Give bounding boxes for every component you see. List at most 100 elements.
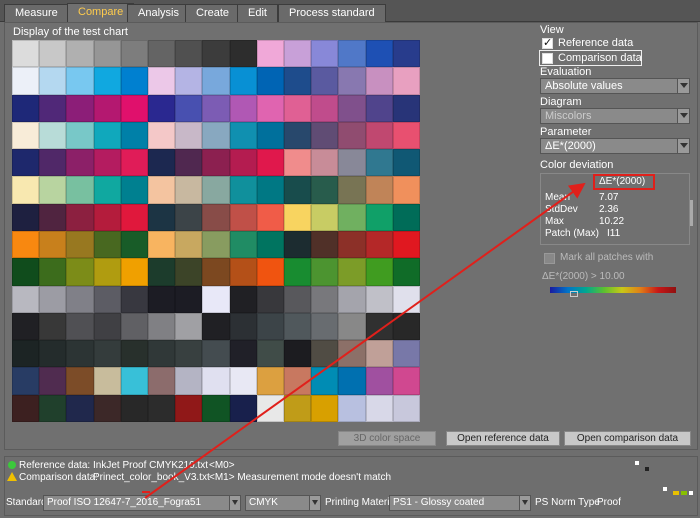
color-patch[interactable] [392,203,420,231]
color-patch[interactable] [229,312,257,341]
color-patch[interactable] [311,231,339,259]
color-patch[interactable] [175,40,203,68]
color-patch[interactable] [202,394,230,422]
color-patch[interactable] [148,203,176,231]
color-patch[interactable] [256,285,284,313]
color-patch[interactable] [392,340,420,368]
parameter-select[interactable]: ΔE*(2000) [540,138,690,154]
color-patch[interactable] [120,231,148,259]
color-patch[interactable] [311,176,339,204]
color-patch[interactable] [256,231,284,259]
color-patch[interactable] [365,312,393,341]
color-patch[interactable] [175,340,203,368]
color-patch[interactable] [12,121,40,150]
color-patch[interactable] [256,340,284,368]
color-patch[interactable] [39,367,67,395]
color-patch[interactable] [311,121,339,150]
color-patch[interactable] [256,149,284,177]
color-patch[interactable] [39,312,67,341]
color-patch[interactable] [93,121,121,150]
color-patch[interactable] [311,203,339,231]
evaluation-select[interactable]: Absolute values [540,78,690,94]
diagram-select[interactable]: Miscolors [540,108,690,124]
color-patch[interactable] [229,203,257,231]
color-patch[interactable] [338,94,366,122]
color-patch[interactable] [311,394,339,422]
color-patch[interactable] [229,149,257,177]
color-patch[interactable] [93,258,121,286]
color-patch[interactable] [365,340,393,368]
color-patch[interactable] [338,121,366,150]
color-patch[interactable] [392,67,420,95]
color-patch[interactable] [284,40,312,68]
color-patch[interactable] [93,285,121,313]
color-patch[interactable] [12,258,40,286]
color-patch[interactable] [202,121,230,150]
color-patch[interactable] [93,94,121,122]
colorspace-select[interactable]: CMYK [245,495,321,511]
color-patch[interactable] [66,312,94,341]
color-patch[interactable] [120,121,148,150]
color-patch[interactable] [229,121,257,150]
color-patch[interactable] [338,340,366,368]
color-patch[interactable] [311,312,339,341]
color-patch[interactable] [202,67,230,95]
color-patch[interactable] [229,40,257,68]
color-patch[interactable] [284,285,312,313]
color-patch[interactable] [12,312,40,341]
color-patch[interactable] [229,176,257,204]
color-patch[interactable] [66,149,94,177]
color-patch[interactable] [311,40,339,68]
color-patch[interactable] [256,203,284,231]
color-patch[interactable] [311,285,339,313]
color-patch[interactable] [148,67,176,95]
color-patch[interactable] [39,394,67,422]
color-patch[interactable] [66,340,94,368]
color-patch[interactable] [338,203,366,231]
color-patch[interactable] [311,94,339,122]
color-patch[interactable] [93,176,121,204]
color-patch[interactable] [39,231,67,259]
color-patch[interactable] [365,176,393,204]
color-patch[interactable] [229,367,257,395]
color-patch[interactable] [284,231,312,259]
color-patch[interactable] [392,312,420,341]
color-patch[interactable] [93,394,121,422]
tab-edit[interactable]: Edit [237,4,278,22]
color-patch[interactable] [392,149,420,177]
tab-measure[interactable]: Measure [4,4,69,22]
color-patch[interactable] [66,394,94,422]
color-patch[interactable] [148,176,176,204]
color-patch[interactable] [148,94,176,122]
color-patch[interactable] [392,258,420,286]
color-patch[interactable] [66,258,94,286]
color-patch[interactable] [202,203,230,231]
color-patch[interactable] [365,40,393,68]
color-patch[interactable] [12,203,40,231]
reference-data-checkbox[interactable] [542,36,553,49]
color-patch[interactable] [365,149,393,177]
color-patch[interactable] [175,203,203,231]
color-patch[interactable] [256,40,284,68]
color-patch[interactable] [229,394,257,422]
color-patch[interactable] [93,340,121,368]
color-patch[interactable] [338,394,366,422]
test-chart[interactable] [12,40,420,422]
color-patch[interactable] [202,258,230,286]
color-patch[interactable] [202,94,230,122]
panel-resize-handle[interactable] [690,200,693,226]
3d-color-space-button[interactable]: 3D color space [338,431,436,446]
color-patch[interactable] [66,40,94,68]
mark-patches-checkbox[interactable] [544,253,555,264]
color-patch[interactable] [175,312,203,341]
tab-create[interactable]: Create [185,4,241,22]
color-patch[interactable] [175,94,203,122]
color-patch[interactable] [148,149,176,177]
tab-compare[interactable]: Compare [67,3,135,23]
color-patch[interactable] [202,312,230,341]
color-patch[interactable] [202,176,230,204]
color-patch[interactable] [284,176,312,204]
color-patch[interactable] [311,367,339,395]
color-patch[interactable] [175,149,203,177]
color-patch[interactable] [256,94,284,122]
